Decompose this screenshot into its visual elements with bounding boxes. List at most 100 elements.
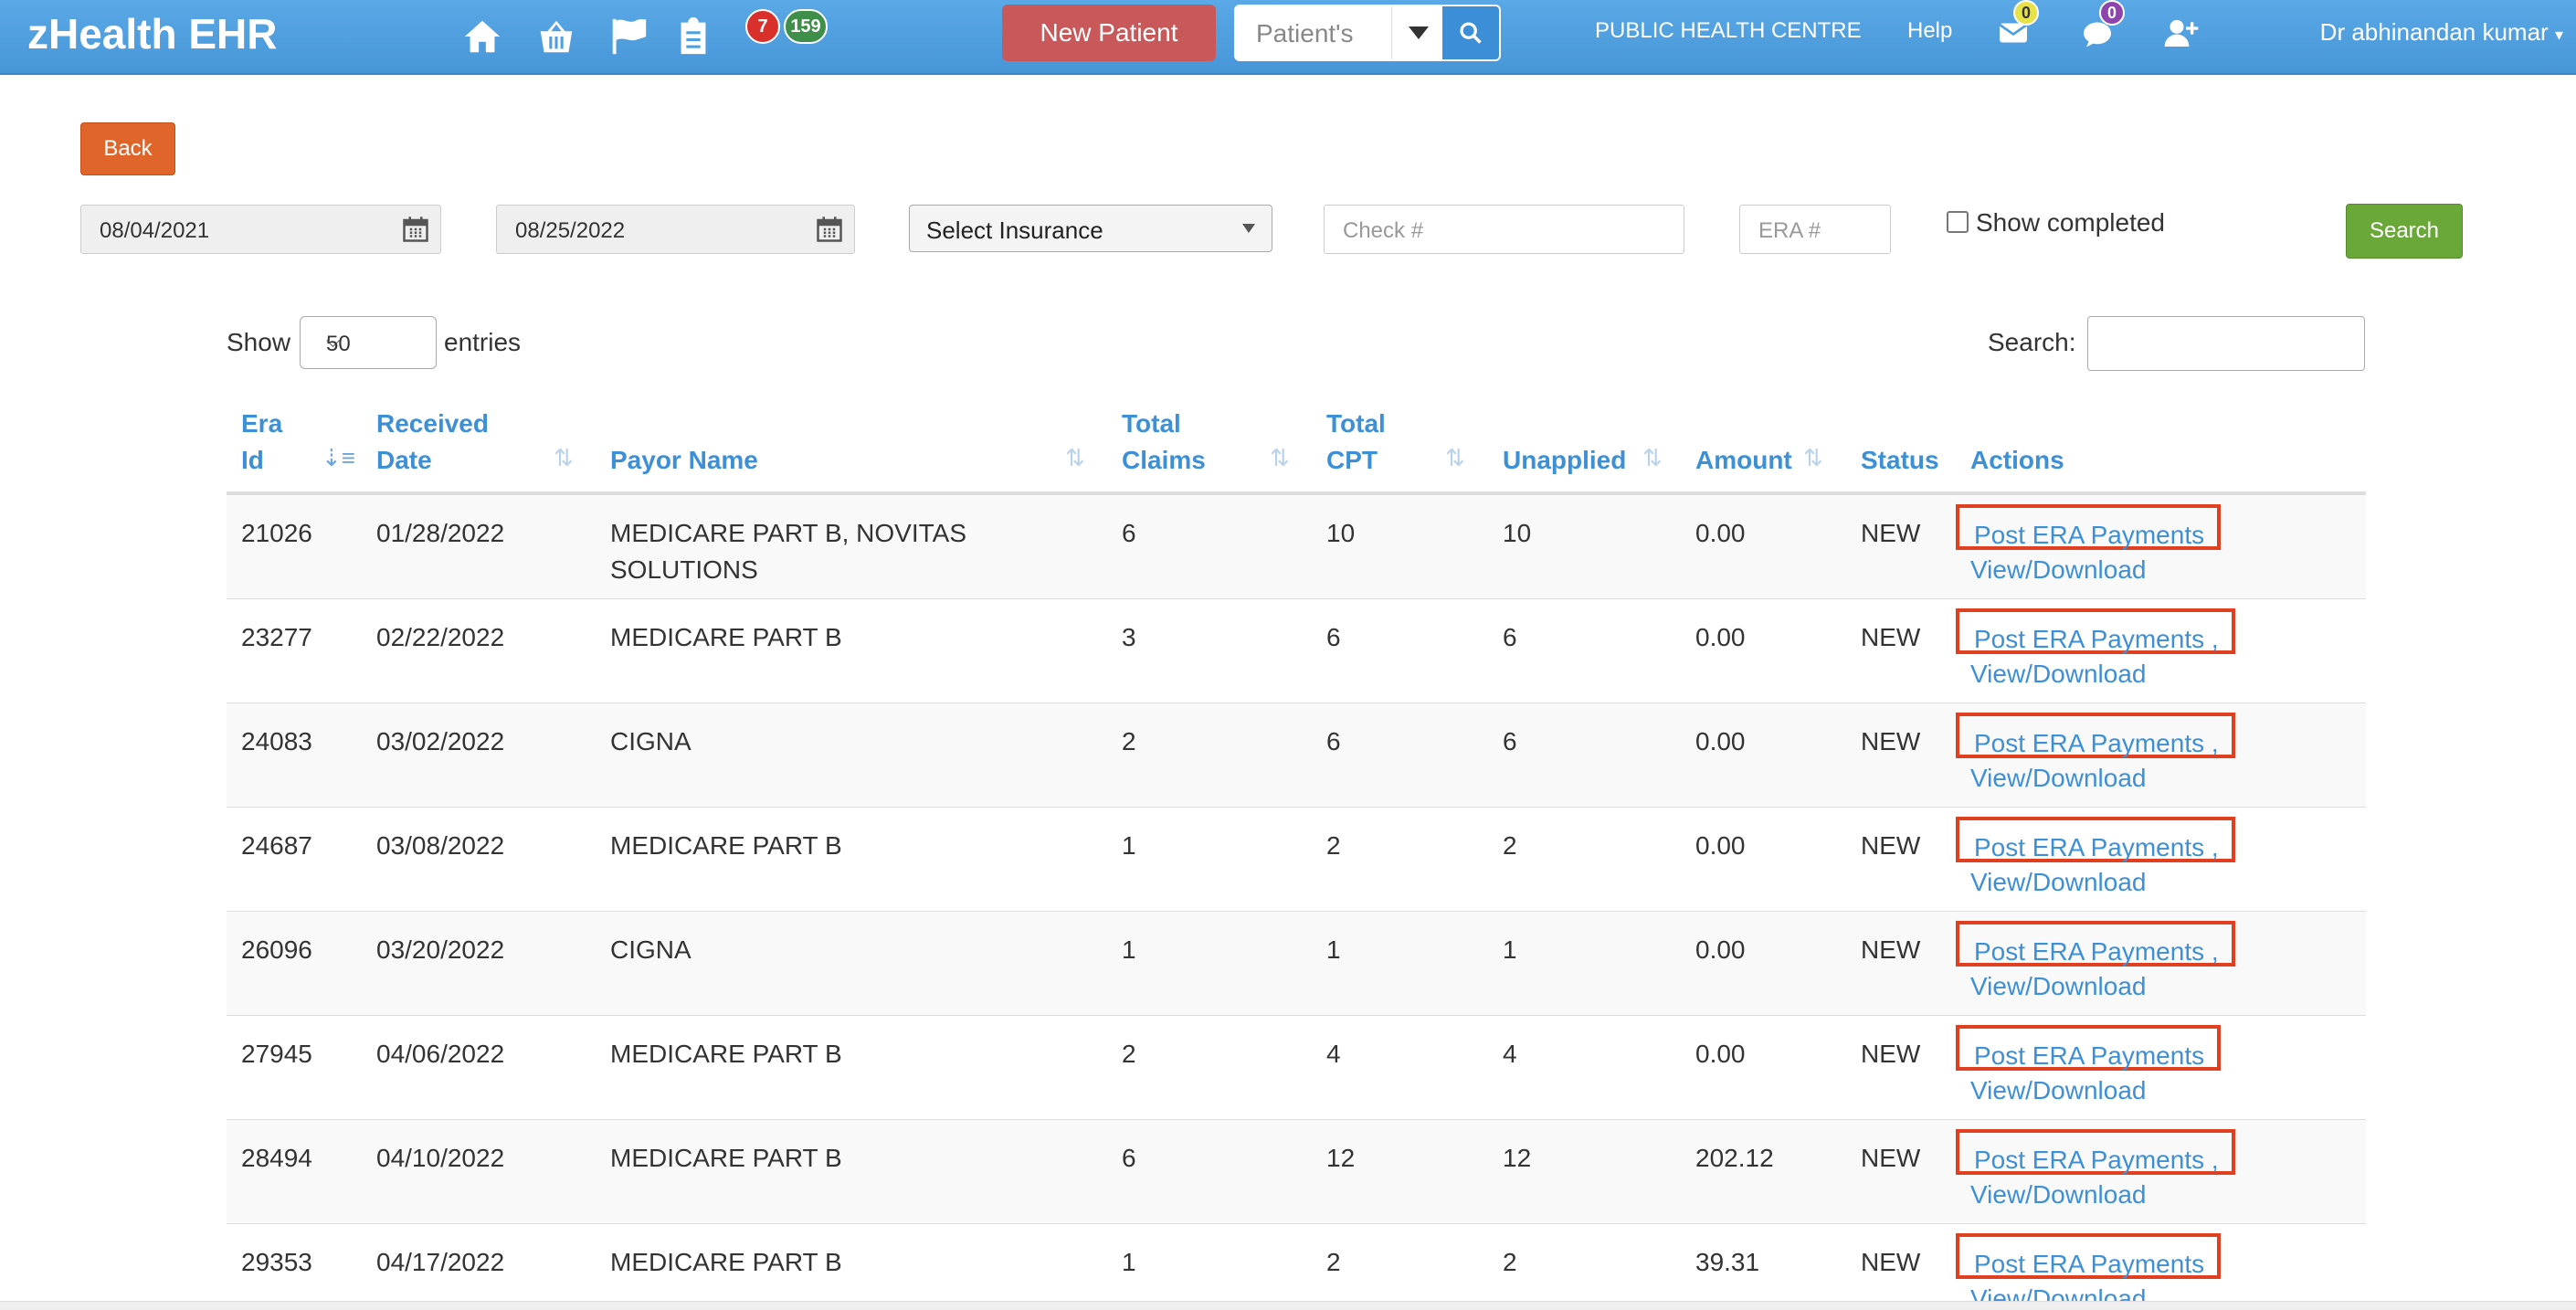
basket-icon[interactable] xyxy=(533,13,580,60)
new-patient-button[interactable]: New Patient xyxy=(1002,5,1216,61)
table-row: 21026 01/28/2022 MEDICARE PART B, NOVITA… xyxy=(227,495,2366,599)
help-link[interactable]: Help xyxy=(1907,18,1952,44)
table-cell: MEDICARE PART B xyxy=(610,831,842,860)
view-download-link[interactable]: View/Download xyxy=(1970,968,2147,1005)
entries-label: entries xyxy=(444,328,522,356)
view-download-link[interactable]: View/Download xyxy=(1970,864,2147,901)
home-icon[interactable] xyxy=(459,13,506,60)
view-download-link[interactable]: View/Download xyxy=(1970,760,2147,797)
table-cell: 3 xyxy=(1122,623,1136,651)
col-unapplied[interactable]: Unapplied xyxy=(1503,442,1626,479)
patient-search-group: Patient's xyxy=(1234,5,1501,61)
table-cell: 6 xyxy=(1122,519,1136,547)
to-date-input[interactable]: 08/25/2022 xyxy=(496,205,855,254)
table-cell: 01/28/2022 xyxy=(376,519,505,547)
view-download-link[interactable]: View/Download xyxy=(1970,1177,2147,1213)
table-cell: 0.00 xyxy=(1695,935,1746,964)
post-era-payments-link[interactable]: Post ERA Payments xyxy=(1956,1025,2222,1071)
table-cell: NEW xyxy=(1861,1144,1921,1172)
table-cell: MEDICARE PART B, NOVITAS SOLUTIONS xyxy=(610,515,966,588)
table-cell: 27945 xyxy=(241,1040,312,1068)
flag-icon[interactable] xyxy=(605,13,652,60)
table-cell: 39.31 xyxy=(1695,1248,1760,1276)
alert-count-badge[interactable]: 7 xyxy=(745,9,780,44)
view-download-link[interactable]: View/Download xyxy=(1970,1072,2147,1109)
show-completed-toggle[interactable]: Show completed xyxy=(1947,208,2165,238)
table-cell: 03/20/2022 xyxy=(376,935,505,964)
patient-search-input[interactable]: Patient's xyxy=(1256,19,1354,48)
table-cell: 0.00 xyxy=(1695,727,1746,755)
table-cell: NEW xyxy=(1861,1248,1921,1276)
facility-link[interactable]: PUBLIC HEALTH CENTRE xyxy=(1595,18,1862,44)
table-cell: 0.00 xyxy=(1695,831,1746,860)
show-label: Show xyxy=(227,328,291,356)
era-number-input[interactable]: ERA # xyxy=(1739,205,1891,254)
table-cell: 4 xyxy=(1326,1040,1341,1068)
table-cell: 2 xyxy=(1326,1248,1341,1276)
col-received-date[interactable]: Received Date xyxy=(376,406,489,479)
table-cell: 29353 xyxy=(241,1248,312,1276)
to-date-value: 08/25/2022 xyxy=(515,218,626,243)
table-cell: 04/06/2022 xyxy=(376,1040,505,1068)
entries-length-select[interactable]: 50 ⌵ xyxy=(300,316,437,369)
post-era-payments-link[interactable]: Post ERA Payments , xyxy=(1956,713,2235,758)
clipboard-icon[interactable] xyxy=(670,13,717,60)
back-button[interactable]: Back xyxy=(80,122,175,175)
col-era-id[interactable]: Era Id xyxy=(241,406,282,479)
mail-count-badge: 0 xyxy=(2013,0,2039,26)
view-download-link[interactable]: View/Download xyxy=(1970,656,2147,692)
check-number-placeholder: Check # xyxy=(1343,218,1424,243)
search-type-dropdown[interactable] xyxy=(1391,6,1444,59)
table-cell: 03/02/2022 xyxy=(376,727,505,755)
table-header: Era Id ⇣≡ Received Date ⇅ Payor Name ⇅ Tot… xyxy=(227,393,2366,495)
add-user-icon[interactable] xyxy=(2158,9,2205,57)
table-cell: 04/17/2022 xyxy=(376,1248,505,1276)
post-era-payments-link[interactable]: Post ERA Payments , xyxy=(1956,1129,2235,1175)
post-era-payments-link[interactable]: Post ERA Payments , xyxy=(1956,608,2235,654)
patient-search-button[interactable] xyxy=(1442,6,1499,59)
table-cell: MEDICARE PART B xyxy=(610,1248,842,1276)
table-cell: 04/10/2022 xyxy=(376,1144,505,1172)
calendar-icon[interactable] xyxy=(402,216,429,243)
table-search-input[interactable] xyxy=(2087,316,2365,371)
horizontal-scrollbar[interactable] xyxy=(0,1301,2576,1310)
sort-icon[interactable]: ⇅ xyxy=(1642,444,1663,472)
table-cell: 4 xyxy=(1503,1040,1517,1068)
era-table: Era Id ⇣≡ Received Date ⇅ Payor Name ⇅ Tot… xyxy=(227,393,2366,1310)
col-status[interactable]: Status xyxy=(1861,442,1939,479)
post-era-payments-link[interactable]: Post ERA Payments xyxy=(1956,1233,2222,1279)
app-title[interactable]: zHealth EHR xyxy=(27,9,277,58)
task-count-badge[interactable]: 159 xyxy=(784,9,828,44)
show-completed-checkbox[interactable] xyxy=(1947,211,1969,233)
table-cell: 10 xyxy=(1326,519,1356,547)
check-number-input[interactable]: Check # xyxy=(1324,205,1684,254)
user-menu[interactable]: Dr abhinandan kumar ▾ xyxy=(2320,18,2563,47)
col-total-claims[interactable]: Total Claims xyxy=(1122,406,1206,479)
from-date-input[interactable]: 08/04/2021 xyxy=(80,205,441,254)
sort-icon[interactable]: ⇅ xyxy=(554,444,574,472)
calendar-icon[interactable] xyxy=(816,216,843,243)
view-download-link[interactable]: View/Download xyxy=(1970,552,2147,588)
sort-icon[interactable]: ⇅ xyxy=(1270,444,1290,472)
sort-icon[interactable]: ⇅ xyxy=(1065,444,1085,472)
table-cell: 0.00 xyxy=(1695,623,1746,651)
post-era-payments-link[interactable]: Post ERA Payments xyxy=(1956,504,2222,550)
table-cell: 6 xyxy=(1326,623,1341,651)
col-total-cpt[interactable]: Total CPT xyxy=(1326,406,1386,479)
table-cell: NEW xyxy=(1861,727,1921,755)
table-cell: MEDICARE PART B xyxy=(610,623,842,651)
sort-icon[interactable]: ⇅ xyxy=(1803,444,1823,472)
post-era-payments-link[interactable]: Post ERA Payments , xyxy=(1956,921,2235,967)
cell-text: SOLUTIONS xyxy=(610,555,758,584)
insurance-select[interactable]: Select Insurance xyxy=(909,205,1272,252)
search-button[interactable]: Search xyxy=(2346,204,2463,259)
chevron-down-icon: ⌵ xyxy=(326,332,341,352)
table-cell: 2 xyxy=(1122,1040,1136,1068)
table-cell: CIGNA xyxy=(610,727,692,755)
post-era-payments-link[interactable]: Post ERA Payments , xyxy=(1956,817,2235,862)
col-amount[interactable]: Amount xyxy=(1695,442,1792,479)
sort-asc-icon[interactable]: ⇣≡ xyxy=(322,444,355,472)
sort-icon[interactable]: ⇅ xyxy=(1445,444,1465,472)
col-payor-name[interactable]: Payor Name xyxy=(610,442,758,479)
table-cell: 03/08/2022 xyxy=(376,831,505,860)
